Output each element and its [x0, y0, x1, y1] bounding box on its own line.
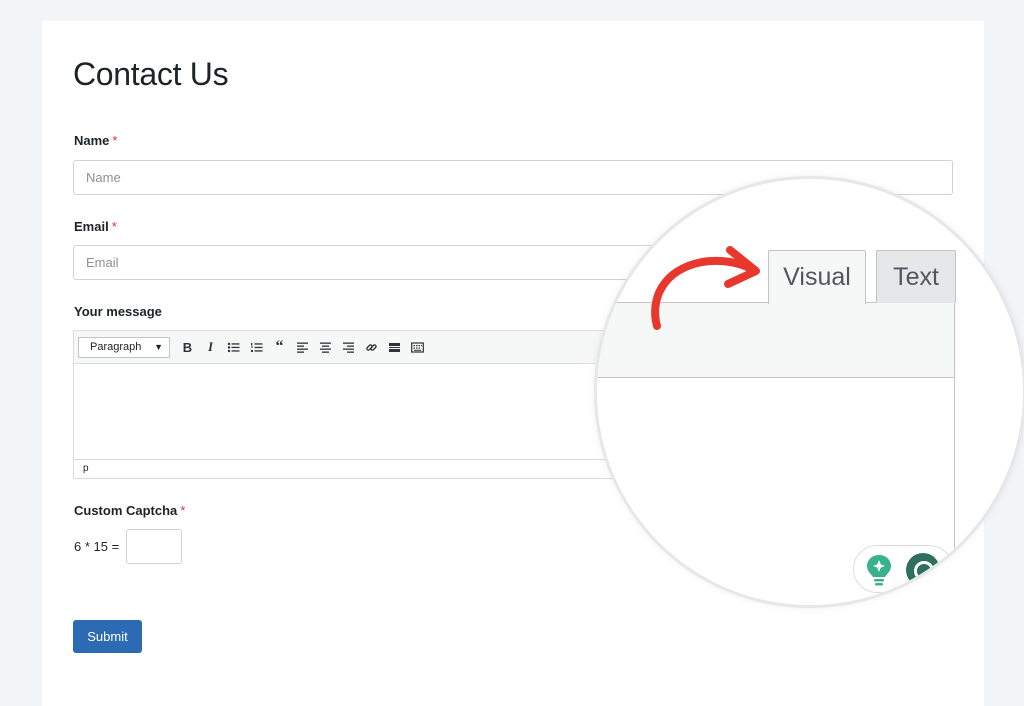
format-select-value: Paragraph	[90, 341, 142, 353]
align-center-icon[interactable]	[314, 336, 337, 359]
align-left-icon[interactable]	[291, 336, 314, 359]
link-icon[interactable]	[360, 336, 383, 359]
format-select[interactable]: Paragraph ▼	[78, 336, 170, 358]
bold-icon[interactable]: B	[176, 336, 199, 359]
editor-toolbar: Paragraph ▼ B I “	[74, 331, 632, 364]
captcha-label: Custom Captcha *	[74, 503, 186, 518]
italic-icon[interactable]: I	[199, 336, 222, 359]
grammarly-widget[interactable]	[853, 545, 953, 593]
message-editor: Paragraph ▼ B I “ p	[73, 330, 633, 479]
message-label: Your message	[74, 304, 162, 319]
numbered-list-icon[interactable]	[245, 336, 268, 359]
name-label: Name *	[74, 133, 118, 148]
blockquote-icon[interactable]: “	[268, 336, 291, 359]
bullet-list-icon[interactable]	[222, 336, 245, 359]
lightbulb-icon[interactable]	[865, 553, 893, 587]
required-mark: *	[180, 503, 186, 518]
editor-statusbar: p	[74, 459, 632, 478]
captcha-question: 6 * 15 =	[74, 539, 120, 554]
tab-visual[interactable]: Visual	[768, 250, 866, 304]
grammarly-icon[interactable]	[906, 553, 940, 587]
required-mark: *	[112, 133, 118, 148]
toolbar-toggle-icon[interactable]	[406, 336, 429, 359]
chevron-down-icon: ▼	[154, 342, 163, 352]
red-arrow-icon	[651, 246, 760, 330]
required-mark: *	[111, 219, 117, 234]
align-right-icon[interactable]	[337, 336, 360, 359]
page-title: Contact Us	[73, 56, 229, 92]
email-label: Email *	[74, 219, 117, 234]
captcha-field[interactable]	[126, 529, 182, 564]
read-more-icon[interactable]	[383, 336, 406, 359]
submit-button[interactable]: Submit	[73, 620, 142, 653]
tab-text[interactable]: Text	[876, 250, 956, 303]
message-textarea[interactable]	[74, 364, 632, 459]
